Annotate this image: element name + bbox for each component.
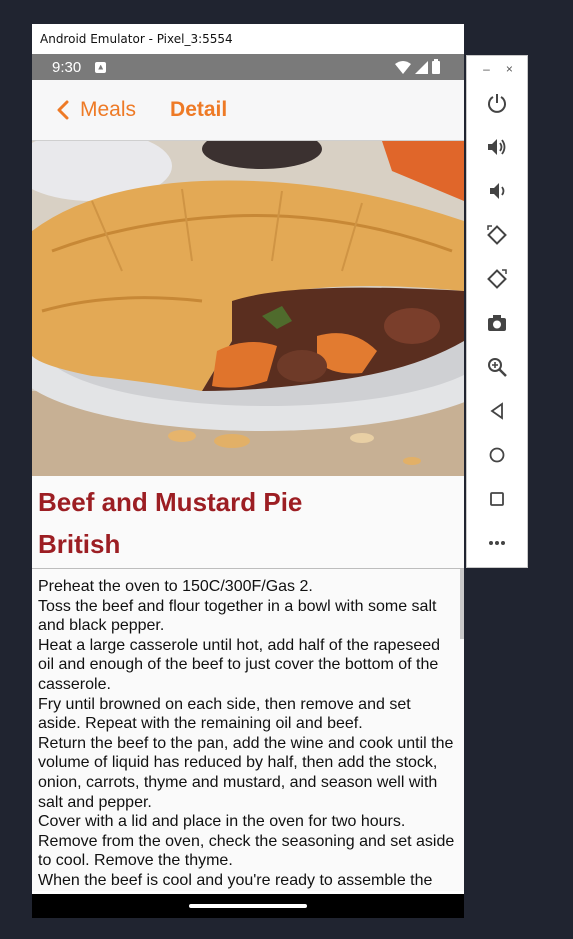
navigation-bar: Meals Detail — [32, 80, 464, 141]
instruction-line: When the beef is cool and you're ready t… — [38, 871, 433, 889]
chevron-left-icon — [57, 100, 69, 120]
emulator-titlebar[interactable]: Android Emulator - Pixel_3:5554 — [32, 24, 464, 54]
power-icon — [488, 94, 506, 113]
emulator-window: Android Emulator - Pixel_3:5554 9:30 Mea… — [32, 24, 464, 918]
home-icon — [489, 447, 505, 463]
more-icon — [489, 541, 505, 545]
instruction-line: Heat a large casserole until hot, add ha… — [38, 636, 441, 693]
rotate-left-button[interactable] — [484, 222, 510, 248]
meal-area: British — [38, 529, 121, 559]
volume-up-button[interactable] — [484, 134, 510, 160]
volume-down-icon — [490, 183, 505, 199]
instruction-line: Fry until browned on each side, then rem… — [38, 695, 411, 733]
volume-up-icon — [488, 139, 506, 155]
instruction-line: Toss the beef and flour together in a bo… — [38, 597, 437, 635]
instruction-line: Return the beef to the pan, add the wine… — [38, 734, 454, 811]
battery-icon — [432, 58, 440, 74]
device-overview-button[interactable] — [484, 486, 510, 512]
status-time: 9:30 — [52, 58, 82, 76]
back-icon — [490, 402, 503, 420]
home-gesture-handle[interactable] — [189, 904, 307, 908]
volume-down-button[interactable] — [484, 178, 510, 204]
instructions-scroll[interactable]: Preheat the oven to 150C/300F/Gas 2. Tos… — [32, 569, 464, 891]
gesture-navigation-bar — [32, 894, 464, 918]
camera-icon — [488, 315, 506, 331]
emulator-controls-panel: – × — [466, 55, 528, 568]
back-label: Meals — [80, 98, 137, 121]
close-button[interactable]: × — [506, 62, 513, 76]
instruction-line: Preheat the oven to 150C/300F/Gas 2. — [38, 578, 313, 595]
signal-icon — [415, 60, 428, 74]
more-button[interactable] — [484, 530, 510, 556]
minimize-button[interactable]: – — [483, 62, 490, 76]
back-button[interactable]: Meals — [56, 98, 136, 122]
device-home-button[interactable] — [484, 442, 510, 468]
rotate-right-icon — [487, 269, 507, 289]
wifi-icon — [395, 60, 411, 74]
overview-icon — [490, 492, 504, 506]
pie-illustration — [32, 141, 464, 476]
device-back-button[interactable] — [484, 398, 510, 424]
meal-image — [32, 141, 464, 476]
instruction-line: Cover with a lid and place in the oven f… — [38, 813, 406, 831]
status-bar: 9:30 — [32, 54, 464, 80]
meal-name: Beef and Mustard Pie — [38, 487, 303, 517]
screenshot-button[interactable] — [484, 310, 510, 336]
notification-icon — [95, 61, 107, 73]
power-button[interactable] — [484, 90, 510, 116]
meal-header: Beef and Mustard Pie British — [32, 476, 464, 569]
rotate-right-button[interactable] — [484, 266, 510, 292]
rotate-left-icon — [487, 225, 507, 245]
zoom-button[interactable] — [484, 354, 510, 380]
instruction-line: Remove from the oven, check the seasonin… — [38, 832, 455, 870]
window-title: Android Emulator - Pixel_3:5554 — [40, 32, 233, 46]
zoom-icon — [488, 358, 507, 377]
page-title: Detail — [170, 98, 228, 121]
scrollbar[interactable] — [460, 569, 464, 639]
